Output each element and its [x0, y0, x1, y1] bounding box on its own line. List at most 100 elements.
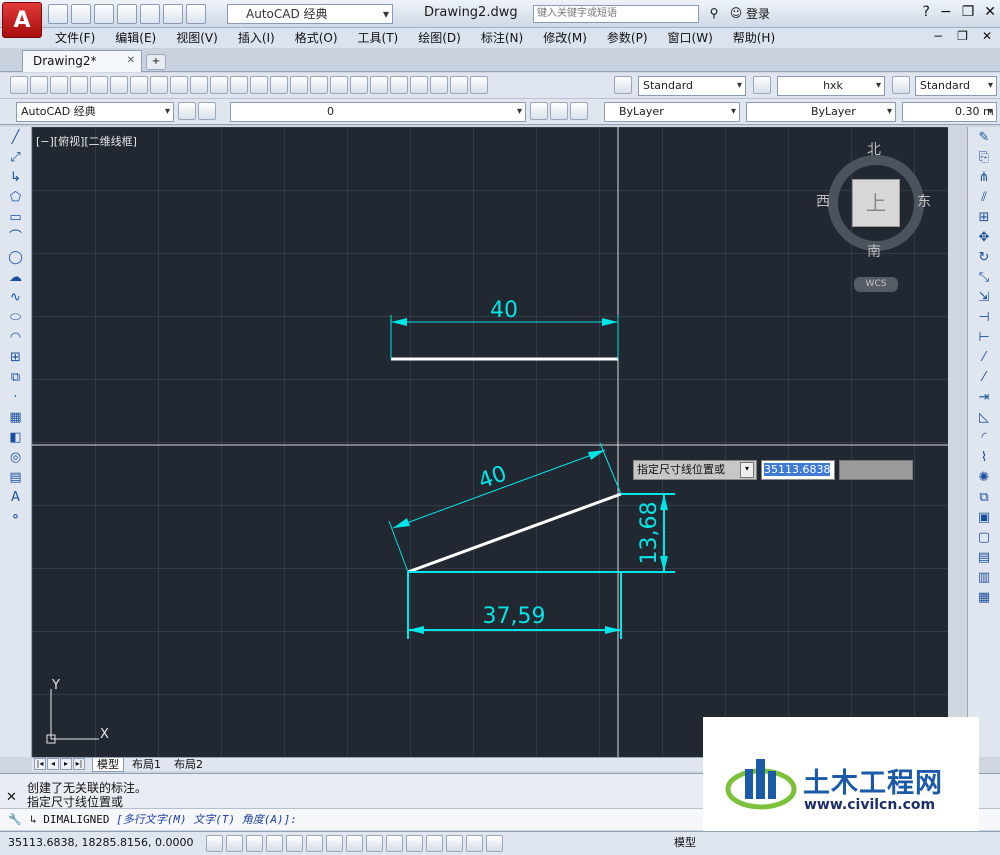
calculator-icon[interactable]: [450, 76, 468, 94]
table-icon[interactable]: ▤: [7, 470, 25, 486]
doc-close-button[interactable]: ✕: [982, 29, 992, 43]
text-style-icon[interactable]: [614, 76, 632, 94]
drawing-area[interactable]: [−][俯视][二维线框] 40 13,68 37,59 40 Y X 上 北 …: [32, 127, 948, 757]
tab-model[interactable]: 模型: [92, 758, 124, 772]
mirror-icon[interactable]: ⋔: [975, 170, 993, 186]
workspace-dropdown-2[interactable]: AutoCAD 经典: [16, 102, 174, 122]
workspace-settings-icon[interactable]: [178, 102, 196, 120]
properties-palette-icon[interactable]: ▦: [975, 590, 993, 606]
tab-drawing2[interactable]: Drawing2* ✕: [22, 50, 142, 72]
user-icon[interactable]: ☺: [727, 4, 745, 22]
new-tab-button[interactable]: +: [146, 54, 166, 70]
binoculars-icon[interactable]: ⚲: [705, 4, 723, 22]
selection-cycling-icon[interactable]: [466, 835, 483, 852]
menu-help[interactable]: 帮助(H): [733, 30, 785, 46]
menu-window[interactable]: 窗口(W): [668, 30, 723, 46]
menu-modify[interactable]: 修改(M): [543, 30, 597, 46]
join-icon[interactable]: ⇥: [975, 390, 993, 406]
chamfer-icon[interactable]: ◺: [975, 410, 993, 426]
menu-edit[interactable]: 编辑(E): [115, 30, 166, 46]
qnew-icon[interactable]: [10, 76, 28, 94]
construction-line-icon[interactable]: ⤢: [7, 150, 25, 166]
group-select-icon[interactable]: ▥: [975, 570, 993, 586]
copy-object-icon[interactable]: ⎘: [975, 150, 993, 166]
polygon-icon[interactable]: ⬠: [7, 190, 25, 206]
line-icon[interactable]: ╱: [7, 130, 25, 146]
dynamic-input-field-2[interactable]: [839, 460, 913, 480]
markup-icon[interactable]: [430, 76, 448, 94]
region-icon[interactable]: ◎: [7, 450, 25, 466]
menu-insert[interactable]: 插入(I): [238, 30, 285, 46]
text-style-dropdown[interactable]: Standard: [638, 76, 746, 96]
linetype-dropdown[interactable]: ByLayer: [746, 102, 896, 122]
hatch-icon[interactable]: ▦: [7, 410, 25, 426]
layer-state-icon[interactable]: [570, 102, 588, 120]
color-dropdown[interactable]: ByLayer: [604, 102, 740, 122]
move-icon[interactable]: ✥: [975, 230, 993, 246]
make-block-icon[interactable]: ⧉: [7, 370, 25, 386]
ellipse-arc-icon[interactable]: ◠: [7, 330, 25, 346]
compass-east[interactable]: 东: [917, 191, 931, 211]
dyn-icon[interactable]: [386, 835, 403, 852]
print-icon[interactable]: [140, 4, 160, 24]
option-mtext[interactable]: [多行文字(M): [116, 813, 187, 826]
block-editor-icon[interactable]: [210, 76, 228, 94]
dynamic-prompt[interactable]: 指定尺寸线位置或: [633, 460, 757, 480]
draworder-icon[interactable]: ⧉: [975, 490, 993, 506]
zoom-window-icon[interactable]: [310, 76, 328, 94]
gradient-icon[interactable]: ◧: [7, 430, 25, 446]
trim-icon[interactable]: ⊣: [975, 310, 993, 326]
wrench-icon[interactable]: 🔧: [8, 809, 22, 831]
workspace-dropdown[interactable]: AutoCAD 经典: [227, 4, 393, 24]
group-edit-icon[interactable]: ▤: [975, 550, 993, 566]
spline-icon[interactable]: ∿: [7, 290, 25, 306]
model-space-toggle[interactable]: 模型: [674, 832, 696, 854]
group-icon[interactable]: ▣: [975, 510, 993, 526]
close-button[interactable]: ✕: [984, 4, 996, 20]
save-icon[interactable]: [94, 4, 114, 24]
save-as-icon[interactable]: [117, 4, 137, 24]
menu-format[interactable]: 格式(O): [295, 30, 348, 46]
zoom-realtime-icon[interactable]: [290, 76, 308, 94]
menu-file[interactable]: 文件(F): [55, 30, 105, 46]
table-style-icon[interactable]: [892, 76, 910, 94]
dynamic-input-field[interactable]: 35113.6838: [761, 460, 835, 480]
sheet-set-icon[interactable]: [410, 76, 428, 94]
rotate-icon[interactable]: ↻: [975, 250, 993, 266]
undo-icon[interactable]: [230, 76, 248, 94]
snap-icon[interactable]: [226, 835, 243, 852]
redo-icon[interactable]: [250, 76, 268, 94]
option-text[interactable]: 文字(T): [193, 813, 235, 826]
prev-layout-icon[interactable]: ◂: [47, 758, 59, 770]
publish-icon[interactable]: [110, 76, 128, 94]
viewcube[interactable]: 上 北 南 西 东: [816, 142, 932, 260]
compass-north[interactable]: 北: [867, 139, 881, 159]
make-current-layer-icon[interactable]: [530, 102, 548, 120]
close-icon[interactable]: ✕: [6, 790, 17, 805]
fillet-icon[interactable]: ◜: [975, 430, 993, 446]
application-menu-button[interactable]: A: [2, 2, 42, 38]
offset-icon[interactable]: ⫽: [975, 190, 993, 206]
new-file-icon[interactable]: [48, 4, 68, 24]
preview-icon[interactable]: [90, 76, 108, 94]
zoom-previous-icon[interactable]: [330, 76, 348, 94]
blend-icon[interactable]: ⌇: [975, 450, 993, 466]
search-input[interactable]: 键入关键字或短语: [533, 5, 699, 23]
insert-block-icon[interactable]: ⊞: [7, 350, 25, 366]
table-style-dropdown[interactable]: Standard: [915, 76, 997, 96]
otrack-icon[interactable]: [346, 835, 363, 852]
ellipse-icon[interactable]: ⬭: [7, 310, 25, 326]
paste-icon[interactable]: [170, 76, 188, 94]
menu-parametric[interactable]: 参数(P): [607, 30, 658, 46]
infer-constraints-icon[interactable]: [206, 835, 223, 852]
break-icon[interactable]: ⁄: [975, 370, 993, 386]
last-layout-icon[interactable]: ▸|: [73, 758, 85, 770]
close-icon[interactable]: ✕: [127, 51, 135, 71]
ducs-icon[interactable]: [366, 835, 383, 852]
open-icon[interactable]: [30, 76, 48, 94]
copy-icon[interactable]: [150, 76, 168, 94]
point-icon[interactable]: ·: [7, 390, 25, 406]
pan-icon[interactable]: [270, 76, 288, 94]
ortho-icon[interactable]: [266, 835, 283, 852]
revision-cloud-icon[interactable]: ☁: [7, 270, 25, 286]
